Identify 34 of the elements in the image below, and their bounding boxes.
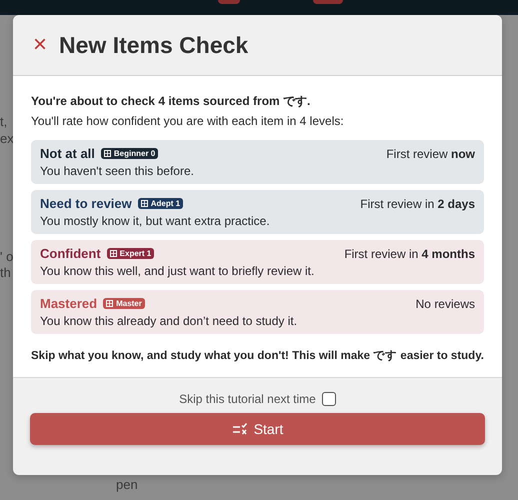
- level-badge: Adept 1: [138, 198, 184, 209]
- background-text: ex: [0, 131, 14, 146]
- background-text: ' o: [0, 249, 14, 264]
- review-time: No reviews: [416, 296, 475, 310]
- grid-icon: [110, 250, 117, 257]
- review-time: First review now: [386, 146, 475, 160]
- intro-text: You're about to check 4 items sourced from です.: [31, 93, 312, 110]
- level-badge: Master: [103, 298, 145, 309]
- close-button[interactable]: ×: [33, 33, 48, 57]
- grid-icon: [140, 200, 148, 207]
- checklist-icon: [232, 423, 248, 435]
- level-name: Need to review: [40, 196, 132, 211]
- level-description: You know this well, and just want to briefly review it.: [40, 264, 316, 278]
- review-time: First review in 2 days: [360, 196, 475, 210]
- start-button[interactable]: Start: [30, 413, 485, 445]
- level-name: Mastered: [40, 296, 98, 311]
- level-description: You haven't seen this before.: [40, 164, 195, 178]
- grid-icon: [104, 150, 111, 157]
- intro-subtext: You'll rate how confident you are with each item in 4 levels:: [31, 114, 345, 128]
- review-time: First review in 4 months: [344, 246, 475, 260]
- level-description: You know this already and don’t need to study it.: [40, 314, 298, 328]
- level-badge: Beginner 0: [100, 148, 158, 159]
- level-description: You mostly know it, but want extra practice.: [40, 214, 271, 228]
- background-text: t,: [0, 114, 8, 129]
- grid-icon: [106, 300, 114, 307]
- outro-text: Skip what you know, and study what you don't! This will make です easier to study.: [31, 349, 484, 363]
- level-name: Not at all: [40, 146, 95, 161]
- level-name: Confident: [40, 246, 101, 261]
- skip-label: Skip this tutorial next time: [179, 392, 316, 406]
- dialog-title: New Items Check: [59, 32, 248, 58]
- background-text: th: [0, 265, 11, 280]
- skip-checkbox[interactable]: [322, 392, 336, 406]
- background-text: pen: [116, 477, 138, 492]
- level-badge: Expert 1: [106, 248, 154, 259]
